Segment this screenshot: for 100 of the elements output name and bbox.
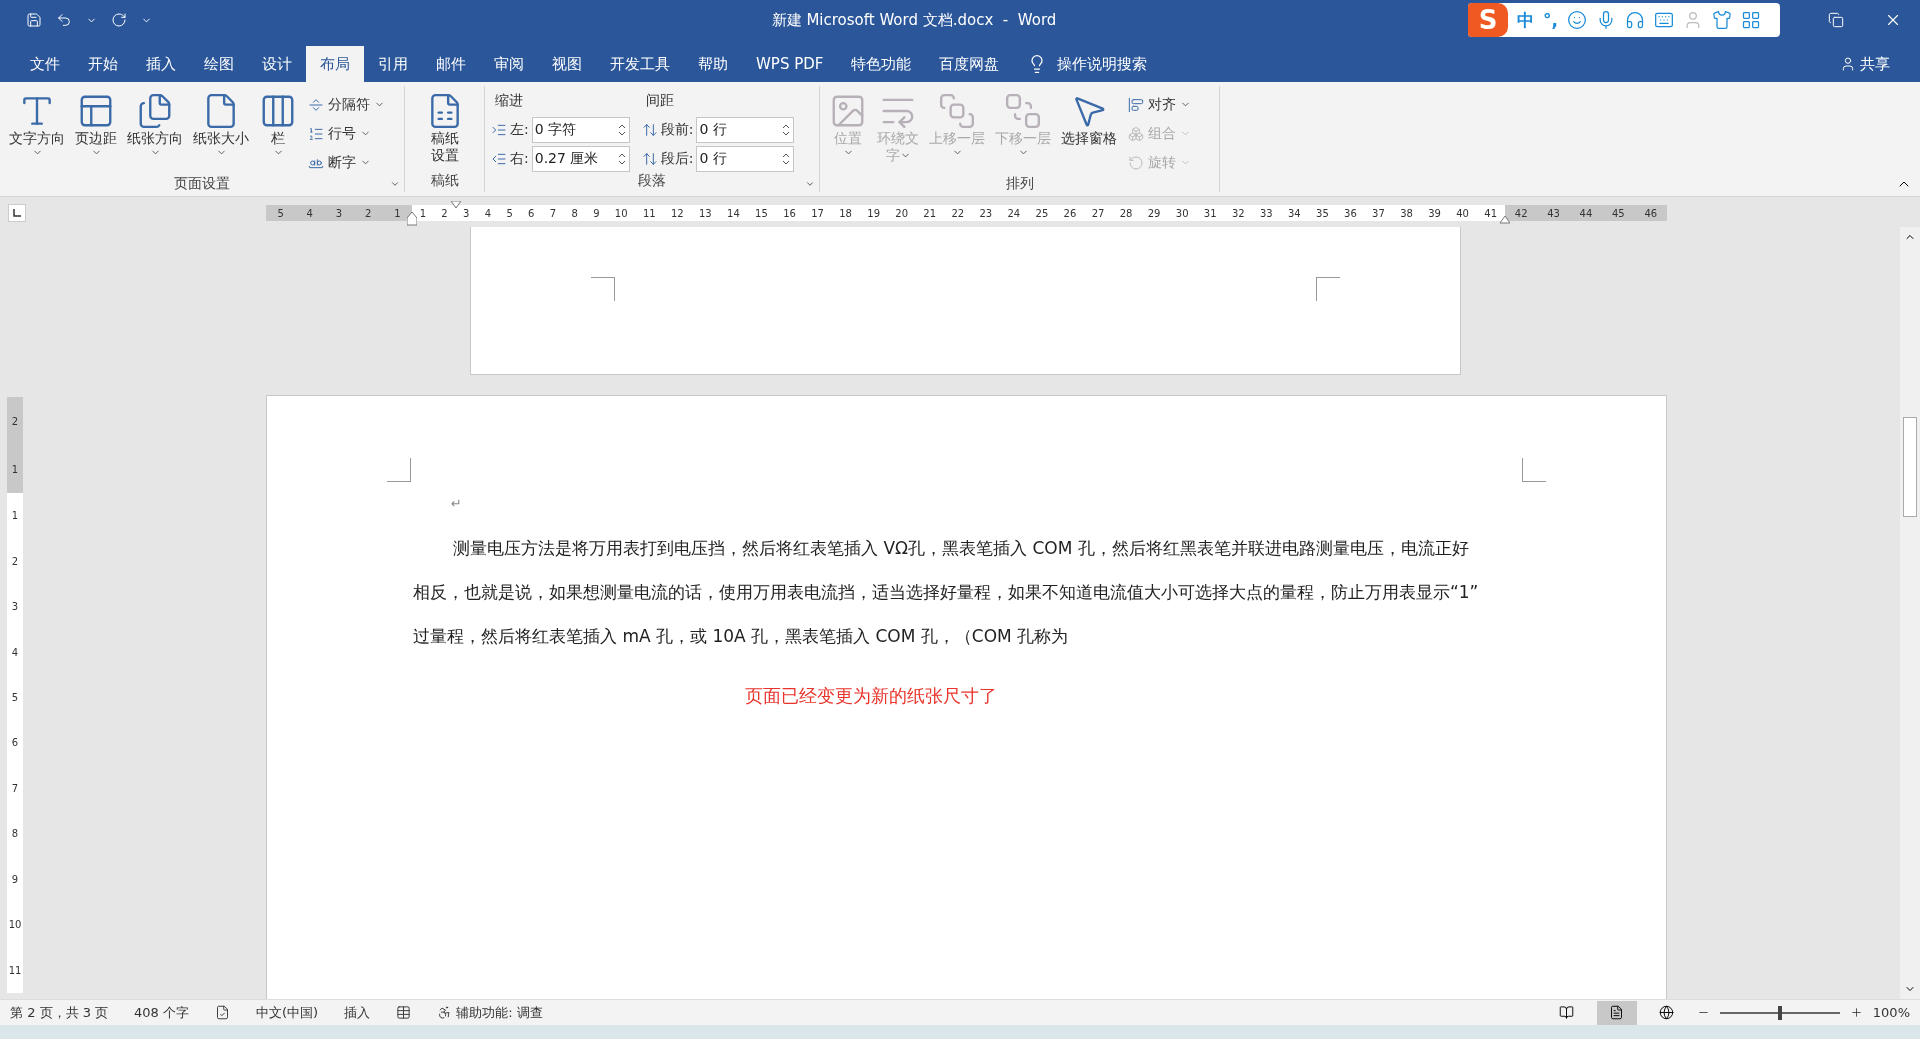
field-label: 段前: xyxy=(660,121,694,139)
horizontal-ruler[interactable]: 5 4 3 2 1 1 2 3 4 5 6 7 8 9 10 11 12 13 14 15 16 17 18 19 20 21 22 23 24 25 26 27 28 29 30 31 32 33 34 35 36 37 38 39 40 41 42 43 44 45 46 xyxy=(266,199,1667,227)
ruler-number: 4 xyxy=(484,207,492,219)
ribbon-tab[interactable]: 插入 xyxy=(132,46,190,82)
view-button[interactable] xyxy=(1596,1000,1637,1025)
ribbon-tab[interactable]: 帮助 xyxy=(684,46,742,82)
dialog-launcher-icon[interactable] xyxy=(390,179,400,189)
ruler-number: 42 xyxy=(1514,207,1528,219)
restore-icon[interactable] xyxy=(1828,12,1844,28)
ruler-number: 12 xyxy=(670,207,684,219)
ruler-number: 4 xyxy=(11,646,19,658)
share-button[interactable]: 共享 xyxy=(1834,46,1896,82)
macro-icon[interactable] xyxy=(396,1005,412,1020)
ribbon-button[interactable]: 对齐 xyxy=(1124,92,1195,117)
zoom-level[interactable]: 100% xyxy=(1872,1005,1910,1020)
keyboard-icon[interactable] xyxy=(1653,10,1674,30)
ime-logo: S xyxy=(1468,3,1508,37)
spin-field[interactable]: 0 行 xyxy=(696,117,795,143)
crop-mark xyxy=(1316,277,1340,301)
language[interactable]: 中文(中国) xyxy=(256,1003,319,1022)
page-count[interactable]: 第 2 页，共 3 页 xyxy=(10,1003,109,1022)
ruler-number: 24 xyxy=(1007,207,1021,219)
ribbon-button[interactable]: 行号 xyxy=(304,121,389,146)
first-line-indent-marker[interactable] xyxy=(451,201,461,209)
ribbon-button[interactable]: 稿纸 设置 xyxy=(422,90,467,172)
ruler-number: 41 xyxy=(1484,207,1498,219)
ruler-number: 4 xyxy=(306,207,313,219)
ribbon-button[interactable]: 纸张方向 xyxy=(124,90,186,175)
ribbon-tab[interactable]: 审阅 xyxy=(480,46,538,82)
ruler-number: 37 xyxy=(1372,207,1385,219)
ruler-number: 11 xyxy=(8,964,22,976)
spin-arrows-icon[interactable] xyxy=(617,151,626,167)
ribbon-tab[interactable]: 绘图 xyxy=(190,46,248,82)
spin-field[interactable]: 0 字符 xyxy=(531,117,630,143)
ribbon-button[interactable]: 页边距 xyxy=(72,90,120,175)
input-mode[interactable]: 中 xyxy=(1517,8,1534,32)
zoom-thumb[interactable] xyxy=(1777,1005,1782,1020)
ribbon-button[interactable]: 文字方向 xyxy=(6,90,68,175)
right-indent-marker[interactable] xyxy=(1500,216,1510,224)
crop-mark xyxy=(387,458,411,482)
zoom-in-icon[interactable] xyxy=(1849,1006,1863,1019)
hanging-indent-marker[interactable] xyxy=(407,212,417,226)
spin-arrows-icon[interactable] xyxy=(782,151,791,167)
ruler-number: 21 xyxy=(923,207,937,219)
repeat-icon[interactable] xyxy=(111,12,127,28)
ribbon-tab[interactable]: 设计 xyxy=(248,46,306,82)
spin-arrows-icon[interactable] xyxy=(617,122,626,138)
word-count[interactable]: 408 个字 xyxy=(134,1003,190,1022)
ribbon-tab[interactable]: 邮件 xyxy=(422,46,480,82)
person-icon xyxy=(1840,56,1856,72)
ribbon-button[interactable]: 断字 xyxy=(304,150,389,175)
ruler-number: 3 xyxy=(463,207,470,219)
scroll-thumb[interactable] xyxy=(1903,417,1917,517)
ruler-number: 40 xyxy=(1456,207,1469,219)
insert-mode[interactable]: 插入 xyxy=(344,1003,371,1022)
crop-mark xyxy=(1522,458,1546,482)
ribbon-tab[interactable]: 百度网盘 xyxy=(925,46,1014,82)
spin-field[interactable]: 0 行 xyxy=(696,146,795,172)
shirt-icon[interactable] xyxy=(1711,10,1732,30)
ribbon-button[interactable]: 栏 xyxy=(256,90,300,175)
ribbon-tab[interactable]: 文件 xyxy=(16,46,74,82)
ruler-number: 25 xyxy=(1035,207,1049,219)
tab-selector[interactable] xyxy=(8,204,26,222)
smiley-icon[interactable] xyxy=(1566,10,1587,30)
accessibility-status[interactable]: 辅助功能: 调查 xyxy=(437,1003,543,1022)
spin-field[interactable]: 0.27 厘米 xyxy=(531,146,630,172)
ribbon-tab[interactable]: 视图 xyxy=(538,46,596,82)
ribbon-button[interactable]: 纸张大小 xyxy=(190,90,252,175)
headphones-icon[interactable] xyxy=(1624,10,1645,30)
vertical-scrollbar[interactable] xyxy=(1900,227,1920,999)
ruler-number: 19 xyxy=(867,207,880,219)
ribbon-tab[interactable]: 布局 xyxy=(306,46,364,82)
layers-up-icon xyxy=(938,92,976,130)
ruler-number: 22 xyxy=(951,207,965,219)
dialog-launcher-icon[interactable] xyxy=(805,179,815,189)
apps-icon[interactable] xyxy=(1740,10,1761,30)
ribbon-tab[interactable]: 开发工具 xyxy=(596,46,684,82)
undo-icon[interactable] xyxy=(56,12,72,28)
punctuation-mode[interactable]: °, xyxy=(1543,10,1558,30)
proofing-icon[interactable] xyxy=(215,1005,231,1020)
indent-left-icon xyxy=(491,122,507,138)
ruler-number: 18 xyxy=(839,207,852,219)
tell-me-field[interactable]: 操作说明搜索 xyxy=(1055,54,1176,74)
save-icon[interactable] xyxy=(26,12,42,28)
ribbon-tab[interactable]: 特色功能 xyxy=(837,46,926,82)
ribbon-button[interactable]: 分隔符 xyxy=(304,92,389,117)
web-layout-icon xyxy=(1659,1005,1675,1020)
ruler-number: 2 xyxy=(11,555,19,567)
ruler-number: 15 xyxy=(755,207,768,219)
body-paragraph: 测量电压方法是将万用表打到电压挡，然后将红表笔插入 VΩ孔，黑表笔插入 COM 孔，然后将红黑表笔并联进电路测量电压，电流正好 相反，也就是说，如果想测量电流的话，使用万用表电流挡，适当选择好量程，如果不知道电流值大小可选择大点的量程，防止万用表显示“1” 过量程，然后将红表笔插入 mA 孔，或 10A 孔，黑表笔插入 COM 孔，（COM 孔称为 xyxy=(413,537,1480,648)
ruler-number: 2 xyxy=(364,207,372,219)
ribbon-tab[interactable]: WPS PDF xyxy=(742,46,838,82)
ribbon-button[interactable]: 选择窗格 xyxy=(1058,90,1120,175)
ruler-number: 5 xyxy=(506,207,513,219)
field-label: 段后: xyxy=(660,150,694,168)
ribbon-tab[interactable]: 引用 xyxy=(364,46,422,82)
ruler-number: 10 xyxy=(614,207,628,219)
spin-arrows-icon[interactable] xyxy=(782,122,791,138)
ruler-number: 2 xyxy=(11,415,19,427)
ribbon-tab[interactable]: 开始 xyxy=(74,46,132,82)
